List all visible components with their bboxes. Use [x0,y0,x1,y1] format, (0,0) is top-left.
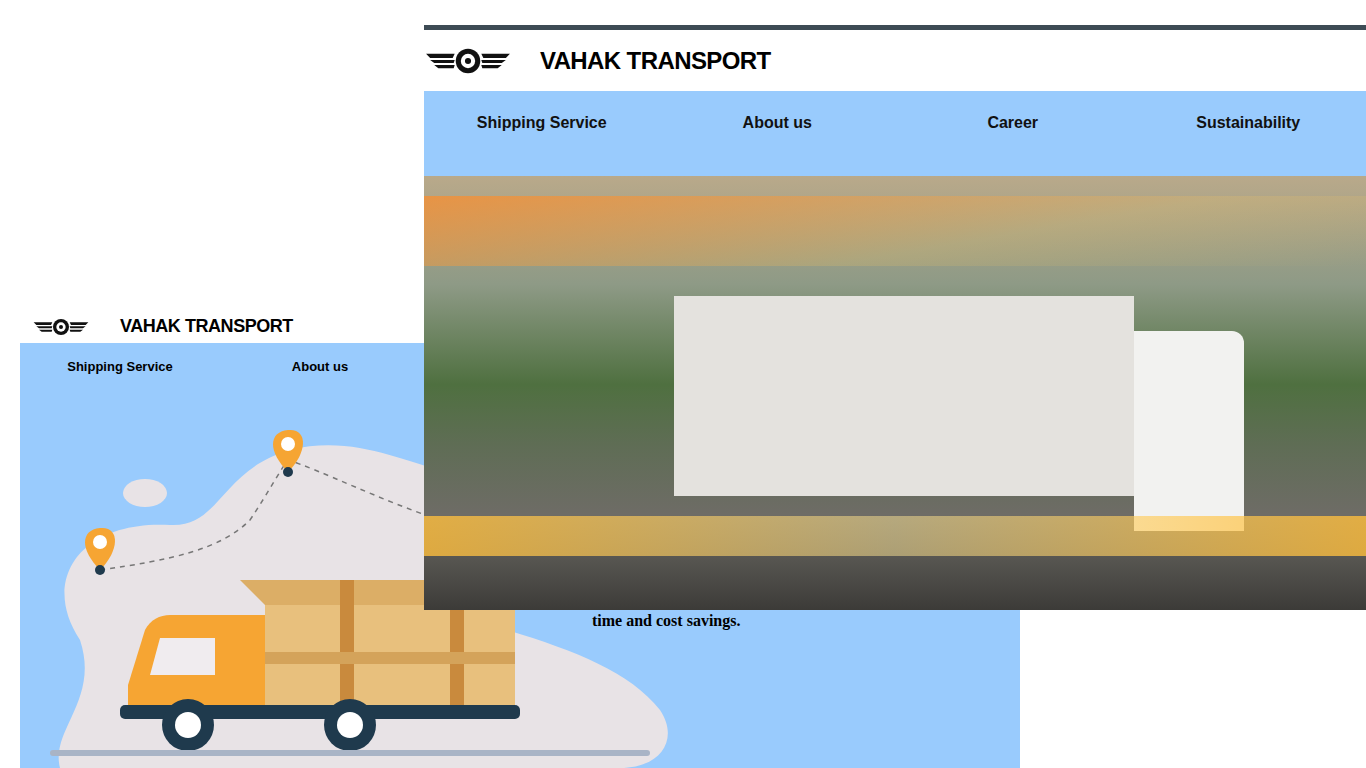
intro-text: time and cost savings. [592,611,740,631]
nav-item[interactable]: About us [220,357,420,377]
light-streak [424,516,1366,556]
front-page: VAHAK TRANSPORT Shipping ServiceAbout us… [424,25,1366,610]
nav-item[interactable]: Shipping Service [20,357,220,377]
canvas: VAHAK TRANSPORT Shipping ServiceAbout us [0,0,1366,768]
truck-trailer [674,296,1134,496]
winged-wheel-icon [424,45,512,77]
nav-item[interactable]: About us [660,111,896,176]
brand-name[interactable]: VAHAK TRANSPORT [120,313,293,340]
nav-item[interactable]: Shipping Service [424,111,660,176]
winged-wheel-icon [32,317,90,337]
truck-cab [1134,331,1244,531]
front-header: VAHAK TRANSPORT [424,30,1366,91]
nav-item[interactable]: Sustainability [1131,111,1366,176]
hero-photo [424,176,1366,610]
nav-item[interactable]: Career [895,111,1131,176]
brand-name[interactable]: VAHAK TRANSPORT [540,43,771,79]
front-nav: Shipping ServiceAbout usCareerSustainabi… [424,91,1366,176]
light-streak [424,196,1366,266]
